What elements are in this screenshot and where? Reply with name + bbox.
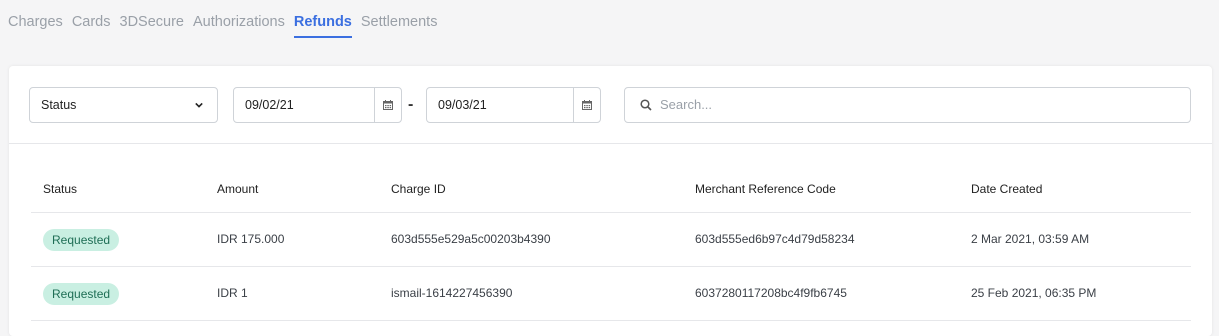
table-row[interactable]: Requested IDR 175.000 603d555e529a5c0020… (31, 213, 1191, 267)
search-icon (640, 99, 652, 111)
column-header-merchant-reference-code[interactable]: Merchant Reference Code (695, 166, 836, 212)
column-header-date-created[interactable]: Date Created (971, 166, 1042, 212)
start-date-input[interactable]: 09/02/21 (233, 87, 402, 123)
calendar-icon (582, 100, 592, 110)
amount-cell: IDR 1 (217, 286, 248, 300)
tab-settlements[interactable]: Settlements (361, 12, 438, 38)
date-created-cell: 25 Feb 2021, 06:35 PM (971, 286, 1097, 300)
status-cell: Requested (43, 213, 120, 266)
date-created-cell: 2 Mar 2021, 03:59 AM (971, 232, 1090, 246)
status-badge: Requested (43, 282, 120, 305)
tab-cards[interactable]: Cards (72, 12, 111, 38)
merchant-reference-cell: 6037280117208bc4f9fb6745 (695, 286, 847, 300)
status-cell: Requested (43, 267, 120, 320)
chevron-down-icon (195, 102, 203, 108)
table-header-row: Status Amount Charge ID Merchant Referen… (31, 166, 1191, 213)
search-input[interactable]: Search... (624, 87, 1191, 123)
tab-bar: Charges Cards 3DSecure Authorizations Re… (8, 12, 446, 38)
start-date-picker-button[interactable] (374, 88, 401, 122)
status-select-value: Status (41, 98, 77, 112)
filter-bar: Status 09/02/21 - 09/03/21 Search... (9, 66, 1212, 144)
tab-refunds[interactable]: Refunds (293, 12, 352, 38)
amount-cell: IDR 175.000 (217, 232, 285, 246)
tab-3dsecure[interactable]: 3DSecure (120, 12, 184, 38)
table-row[interactable]: Requested IDR 1 ismail-1614227456390 603… (31, 267, 1191, 321)
end-date-value: 09/03/21 (438, 98, 487, 112)
tab-authorizations[interactable]: Authorizations (193, 12, 285, 38)
refunds-table: Status Amount Charge ID Merchant Referen… (31, 166, 1191, 321)
refunds-card: Status 09/02/21 - 09/03/21 Search... Sta… (9, 66, 1212, 336)
status-select[interactable]: Status (29, 87, 218, 123)
end-date-picker-button[interactable] (573, 88, 600, 122)
start-date-value: 09/02/21 (245, 98, 294, 112)
merchant-reference-cell: 603d555ed6b97c4d79d58234 (695, 232, 855, 246)
column-header-status[interactable]: Status (43, 166, 77, 212)
charge-id-cell: ismail-1614227456390 (391, 286, 513, 300)
search-placeholder: Search... (660, 97, 713, 112)
column-header-charge-id[interactable]: Charge ID (391, 166, 446, 212)
tab-charges[interactable]: Charges (8, 12, 63, 38)
status-badge: Requested (43, 228, 120, 251)
date-range-separator: - (408, 96, 414, 113)
charge-id-cell: 603d555e529a5c00203b4390 (391, 232, 551, 246)
calendar-icon (383, 100, 393, 110)
end-date-input[interactable]: 09/03/21 (426, 87, 601, 123)
column-header-amount[interactable]: Amount (217, 166, 258, 212)
